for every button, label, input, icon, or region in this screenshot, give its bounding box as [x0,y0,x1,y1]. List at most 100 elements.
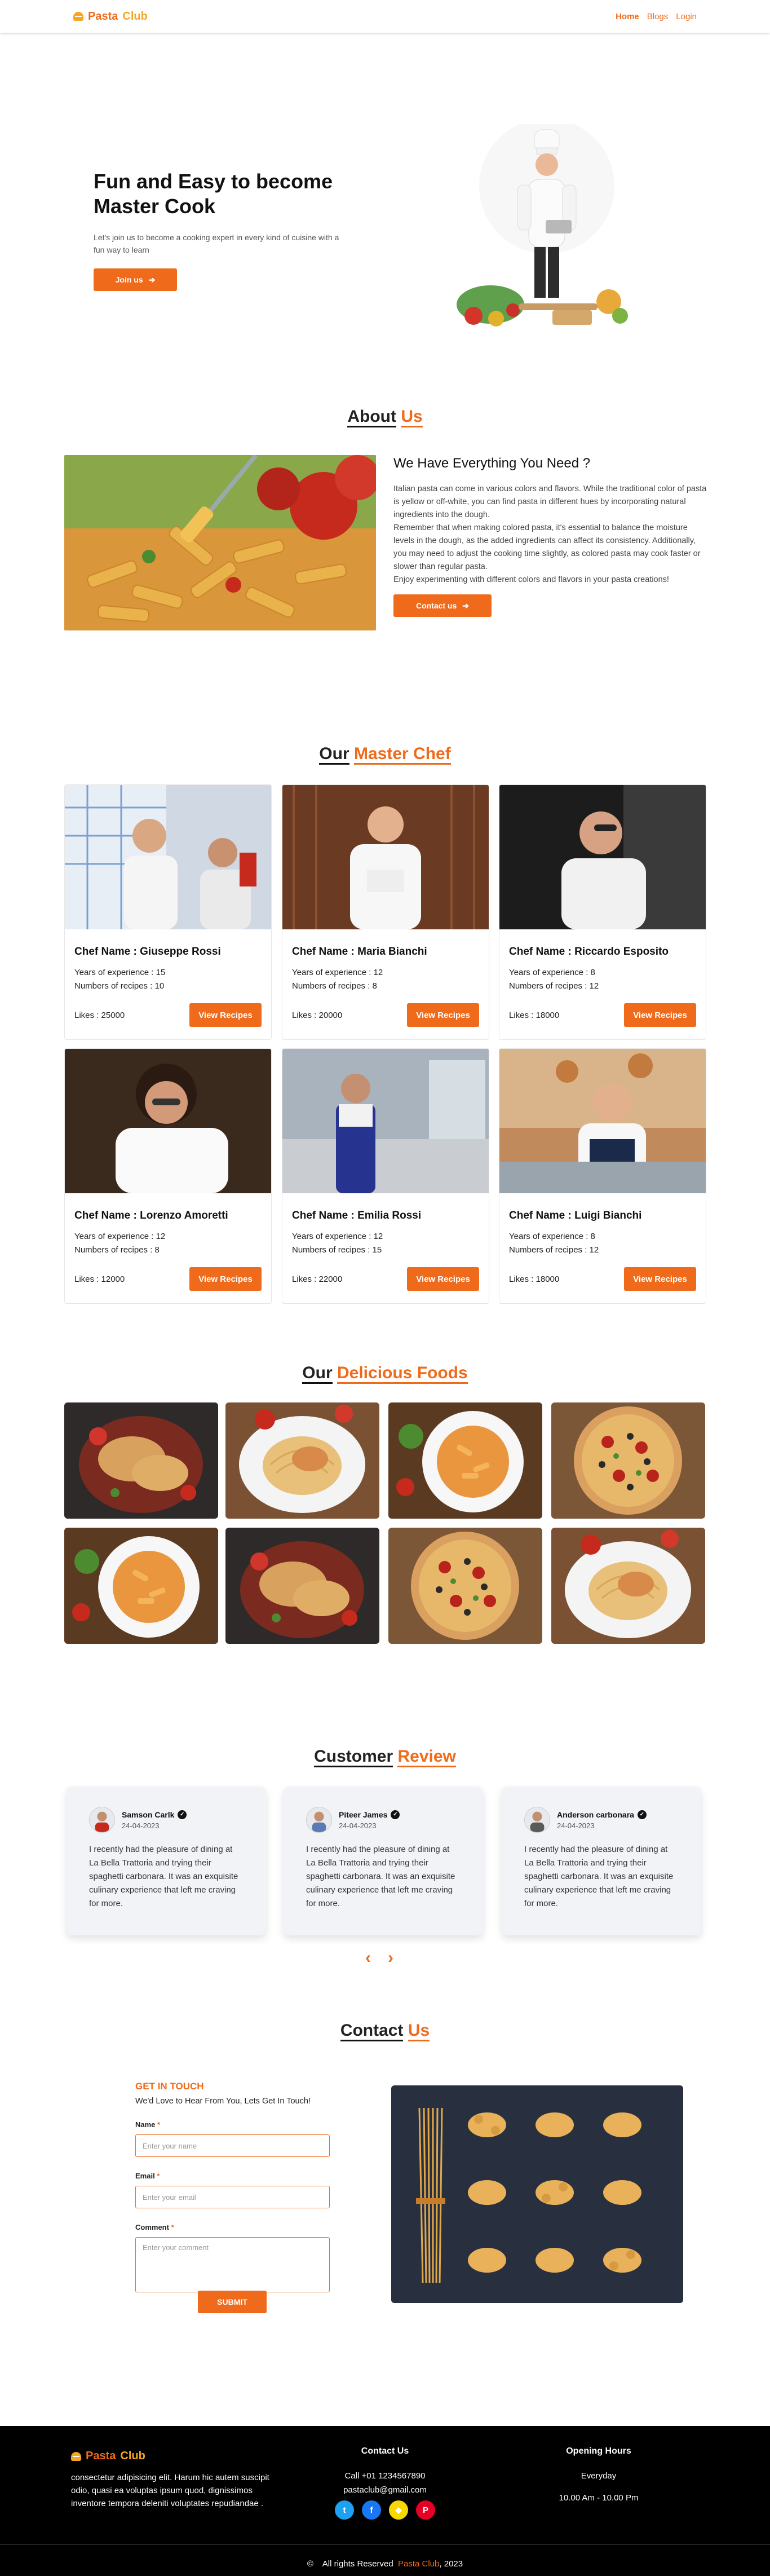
view-recipes-button[interactable]: View Recipes [624,1003,696,1027]
about-heading: We Have Everything You Need ? [393,456,591,471]
chef-name: Chef Name : Giuseppe Rossi [74,946,221,958]
copyright-icon: © [307,2559,313,2569]
brand-logo[interactable]: Pasta Club [73,10,148,23]
footer-contact-title: Contact Us [361,2446,409,2456]
footer-description: consectetur adipisicing elit. Harum hic … [71,2473,269,2508]
about-paragraph: Enjoy experimenting with different color… [393,575,669,584]
social-links: t f ◆ P [329,2500,441,2520]
submit-button[interactable]: SUBMIT [198,2291,267,2313]
join-us-label: Join us [115,275,143,284]
review-text: I recently had the pleasure of dining at… [306,1845,455,1908]
review-date: 24-04-2023 [557,1821,595,1830]
comment-label: Comment * [135,2223,174,2231]
chef-experience: Years of experience : 15 [74,968,166,977]
view-recipes-button[interactable]: View Recipes [189,1003,262,1027]
chef-name: Chef Name : Riccardo Esposito [509,946,669,958]
chevron-right-icon[interactable]: › [388,1949,393,1966]
footer: Pasta Club consectetur adipisicing elit.… [0,2426,770,2576]
chef-experience: Years of experience : 12 [74,1232,166,1241]
food-image [64,1402,218,1519]
join-us-button[interactable]: Join us ➔ [94,268,177,291]
hero-subtitle: Let's join us to become a cooking expert… [94,233,339,254]
contact-us-button[interactable]: Contact us ➔ [393,594,492,617]
footer-phone[interactable]: Call +01 1234567890 [329,2471,441,2481]
contact-us-label: Contact us [415,601,457,610]
footer-brand[interactable]: Pasta Club [71,2450,145,2463]
reviewer-name: Samson Carlk [122,1810,175,1819]
nav-link-home[interactable]: Home [616,12,639,21]
hero-title: Fun and Easy to become Master Cook [94,170,333,218]
chef-card: Chef Name : Maria Bianchi Years of experi… [282,784,489,1040]
chef-recipes-count: Numbers of recipes : 8 [292,981,377,991]
food-image [388,1402,542,1519]
contact-title: Contact Us [0,2021,770,2041]
brand-name-second: Club [122,10,148,23]
chef-recipes-count: Numbers of recipes : 15 [292,1245,382,1255]
about-title: About Us [0,407,770,427]
chefs-title: Our Master Chef [0,744,770,765]
chef-photo [282,1049,489,1193]
navbar: Pasta Club Home Blogs Login [0,0,770,33]
chef-photo [499,1049,706,1193]
verified-check-icon: ✓ [637,1810,647,1819]
about-paragraph: Remember that when making colored pasta,… [393,523,701,571]
name-field[interactable]: Enter your name [135,2134,330,2157]
footer-divider [0,2544,770,2545]
chef-card: Chef Name : Giuseppe Rossi Years of exper… [64,784,272,1040]
view-recipes-button[interactable]: View Recipes [189,1267,262,1291]
avatar [524,1807,550,1833]
reviewer-name: Piteer James [339,1810,388,1819]
chef-card: Chef Name : Lorenzo Amoretti Years of exp… [64,1048,272,1304]
email-field[interactable]: Enter your email [135,2186,330,2208]
chef-photo [282,785,489,929]
nav-link-login[interactable]: Login [676,12,697,21]
chef-photo [499,785,706,929]
chef-recipes-count: Numbers of recipes : 10 [74,981,165,991]
hero-chef-image [451,124,643,344]
view-recipes-button[interactable]: View Recipes [624,1267,696,1291]
snapchat-icon[interactable]: ◆ [389,2500,408,2520]
review-text: I recently had the pleasure of dining at… [524,1845,674,1908]
chef-recipes-count: Numbers of recipes : 8 [74,1245,160,1255]
copyright: © All rights Reserved Pasta Club, 2023 [307,2559,463,2569]
pasta-bowl-icon [71,2451,81,2461]
chef-name: Chef Name : Maria Bianchi [292,946,427,958]
nav-link-blogs[interactable]: Blogs [647,12,669,21]
pasta-varieties-image [391,2085,683,2303]
foods-title: Our Delicious Foods [0,1364,770,1384]
twitter-icon[interactable]: t [335,2500,354,2520]
food-image [551,1528,705,1644]
chevron-left-icon[interactable]: ‹ [365,1949,371,1966]
review-text: I recently had the pleasure of dining at… [89,1845,238,1908]
food-image [388,1528,542,1644]
view-recipes-button[interactable]: View Recipes [407,1267,479,1291]
review-date: 24-04-2023 [122,1821,160,1830]
chef-likes: Likes : 12000 [74,1274,125,1284]
view-recipes-button[interactable]: View Recipes [407,1003,479,1027]
chef-recipes-count: Numbers of recipes : 12 [509,1245,599,1255]
food-image [64,1528,218,1644]
brand-name-first: Pasta [88,10,118,23]
pasta-fork-image [64,455,376,630]
hero: Fun and Easy to become Master Cook Let's… [94,169,342,291]
footer-hours-title: Opening Hours [566,2446,631,2456]
food-image [225,1528,379,1644]
chef-likes: Likes : 22000 [292,1274,343,1284]
footer-contact: Contact Us Call +01 1234567890 pastaclub… [329,2446,441,2524]
comment-field[interactable]: Enter your comment [135,2237,330,2292]
footer-hours: Opening Hours Everyday 10.00 Am - 10.00 … [542,2446,655,2507]
review-date: 24-04-2023 [339,1821,377,1830]
chef-card: Chef Name : Luigi Bianchi Years of experi… [499,1048,706,1304]
footer-email[interactable]: pastaclub@gmail.com [329,2485,441,2495]
review-card: Anderson carbonara ✓ 24-04-2023 I recently … [502,1787,701,1935]
pinterest-icon[interactable]: P [416,2500,435,2520]
chef-likes: Likes : 18000 [509,1010,560,1020]
chef-photo [65,785,271,929]
chef-name: Chef Name : Lorenzo Amoretti [74,1210,228,1221]
contact-subheading: We'd Love to Hear From You, Lets Get In … [135,2097,311,2106]
chef-likes: Likes : 25000 [74,1010,125,1020]
verified-check-icon: ✓ [391,1810,400,1819]
reviewer-name: Anderson carbonara [557,1810,634,1819]
facebook-icon[interactable]: f [362,2500,381,2520]
contact-heading: GET IN TOUCH [135,2081,204,2092]
